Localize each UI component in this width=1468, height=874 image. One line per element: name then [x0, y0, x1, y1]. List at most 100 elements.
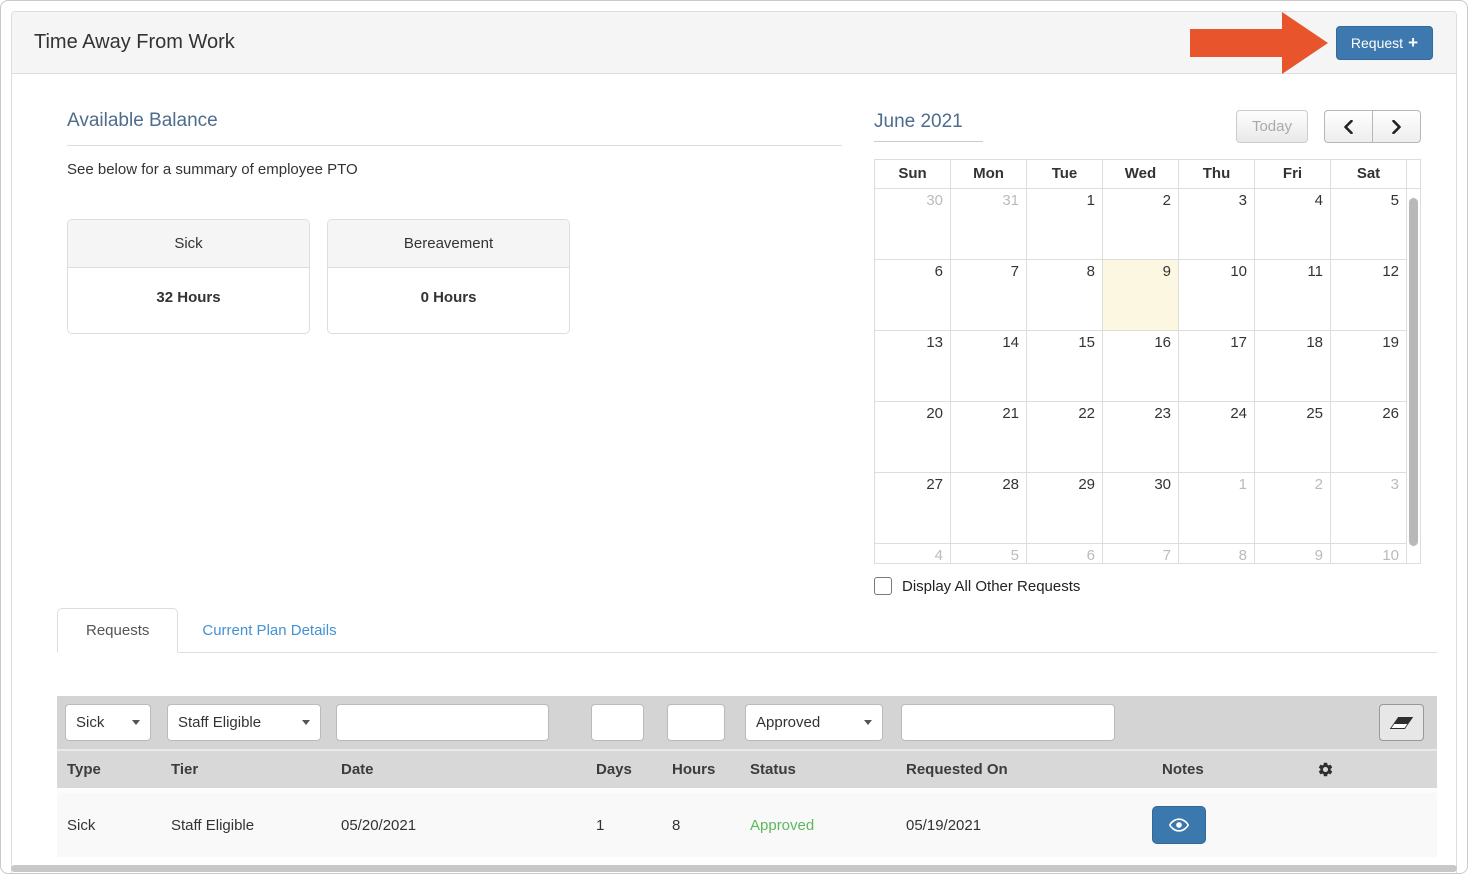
calendar-cell[interactable]: 30 [875, 189, 951, 260]
calendar-cell[interactable]: 2 [1255, 473, 1331, 544]
calendar-cell[interactable]: 27 [875, 473, 951, 544]
calendar-cell[interactable]: 10 [1179, 260, 1255, 331]
calendar-month-label: June 2021 [874, 111, 983, 142]
calendar-cell[interactable]: 1 [1179, 473, 1255, 544]
calendar-cell[interactable]: 19 [1331, 331, 1407, 402]
column-header-hours[interactable]: Hours [662, 761, 740, 778]
days-filter-input[interactable] [591, 704, 644, 741]
calendar-cell[interactable]: 5 [1331, 189, 1407, 260]
calendar-cell[interactable]: 16 [1103, 331, 1179, 402]
hours-filter-input[interactable] [667, 704, 725, 741]
calendar-cell[interactable]: 26 [1331, 402, 1407, 473]
calendar-cell[interactable]: 24 [1179, 402, 1255, 473]
calendar-cell[interactable]: 12 [1331, 260, 1407, 331]
caret-down-icon [302, 720, 310, 725]
calendar-cell[interactable]: 2 [1103, 189, 1179, 260]
balance-card-value: 0 Hours [328, 268, 569, 333]
table-header: Type Tier Date Days Hours Status Request… [57, 749, 1437, 788]
tier-filter-select[interactable]: Staff Eligible [167, 704, 321, 741]
balance-card-bereavement: Bereavement 0 Hours [327, 219, 570, 334]
calendar-cell[interactable]: 22 [1027, 402, 1103, 473]
page-title: Time Away From Work [34, 31, 235, 54]
status-filter-select[interactable]: Approved [745, 704, 883, 741]
calendar-cell[interactable]: 23 [1103, 402, 1179, 473]
column-header-notes[interactable]: Notes [1152, 761, 1292, 778]
requests-table: Sick Staff Eligible Approved Type Tier D… [57, 696, 1437, 857]
arrow-head [1282, 12, 1328, 74]
balance-card-label: Sick [68, 220, 309, 268]
calendar-cell[interactable]: 3 [1179, 189, 1255, 260]
arrow-body [1190, 29, 1282, 57]
request-button[interactable]: Request + [1336, 26, 1433, 60]
column-header-requested-on[interactable]: Requested On [896, 761, 1152, 778]
calendar-cell[interactable]: 21 [951, 402, 1027, 473]
calendar-cell[interactable]: 6 [875, 260, 951, 331]
calendar-cell[interactable]: 5 [951, 544, 1027, 564]
panel-header: Time Away From Work Request + [12, 12, 1456, 74]
grid-settings-button[interactable] [1292, 761, 1437, 778]
calendar-day-header: Sat [1331, 160, 1407, 189]
calendar-next-button[interactable] [1372, 110, 1421, 143]
calendar-cell[interactable]: 4 [1255, 189, 1331, 260]
calendar-cell[interactable]: 15 [1027, 331, 1103, 402]
panel-body: Available Balance See below for a summar… [12, 74, 1456, 857]
calendar-scroll-lane [1407, 544, 1420, 564]
calendar-scroll-lane [1407, 160, 1420, 189]
calendar-cell[interactable]: 30 [1103, 473, 1179, 544]
column-header-tier[interactable]: Tier [161, 761, 331, 778]
calendar-cell[interactable]: 4 [875, 544, 951, 564]
tab-current-plan-details[interactable]: Current Plan Details [178, 609, 360, 652]
balance-card-value: 32 Hours [68, 268, 309, 333]
calendar-cell[interactable]: 8 [1179, 544, 1255, 564]
calendar-cell[interactable]: 20 [875, 402, 951, 473]
calendar-cell[interactable]: 10 [1331, 544, 1407, 564]
calendar-prev-button[interactable] [1324, 110, 1373, 143]
filter-bar: Sick Staff Eligible Approved [57, 696, 1437, 749]
view-notes-button[interactable] [1152, 806, 1206, 844]
calendar-cell[interactable]: 6 [1027, 544, 1103, 564]
cell-hours: 8 [662, 817, 740, 834]
calendar-cell[interactable]: 3 [1331, 473, 1407, 544]
horizontal-scrollbar[interactable] [11, 865, 1457, 872]
calendar-cell[interactable]: 7 [951, 260, 1027, 331]
plus-icon: + [1408, 34, 1418, 51]
calendar-cell[interactable]: 17 [1179, 331, 1255, 402]
calendar-grid: SunMonTueWedThuFriSat3031123456789101112… [875, 160, 1420, 564]
calendar-cell[interactable]: 29 [1027, 473, 1103, 544]
calendar-cell[interactable]: 13 [875, 331, 951, 402]
type-filter-select[interactable]: Sick [65, 704, 151, 741]
column-header-days[interactable]: Days [586, 761, 662, 778]
today-button[interactable]: Today [1236, 110, 1308, 143]
calendar-cell[interactable]: 25 [1255, 402, 1331, 473]
calendar-cell-today[interactable]: 9 [1103, 260, 1179, 331]
column-header-date[interactable]: Date [331, 761, 586, 778]
calendar-cell[interactable]: 8 [1027, 260, 1103, 331]
calendar-cell[interactable]: 11 [1255, 260, 1331, 331]
date-filter-input[interactable] [336, 704, 549, 741]
chevron-left-icon [1343, 120, 1354, 134]
chevron-right-icon [1391, 120, 1402, 134]
balance-subtitle: See below for a summary of employee PTO [67, 161, 842, 178]
calendar-cell[interactable]: 1 [1027, 189, 1103, 260]
display-requests-row: Display All Other Requests [874, 577, 1421, 595]
column-header-type[interactable]: Type [57, 761, 161, 778]
display-all-other-requests-checkbox[interactable] [874, 577, 892, 595]
cell-requested-on: 05/19/2021 [896, 817, 1152, 834]
tier-filter-value: Staff Eligible [178, 714, 261, 731]
page: Time Away From Work Request + Available … [0, 0, 1468, 874]
calendar-cell[interactable]: 14 [951, 331, 1027, 402]
request-button-label: Request [1351, 35, 1403, 51]
calendar-scrollbar[interactable] [1409, 198, 1418, 546]
tab-requests[interactable]: Requests [57, 608, 178, 653]
calendar-cell[interactable]: 7 [1103, 544, 1179, 564]
requested-on-filter-input[interactable] [901, 704, 1115, 741]
calendar-cell[interactable]: 31 [951, 189, 1027, 260]
calendar-cell[interactable]: 18 [1255, 331, 1331, 402]
clear-filters-button[interactable] [1379, 704, 1424, 741]
type-filter-value: Sick [76, 714, 104, 731]
table-row[interactable]: Sick Staff Eligible 05/20/2021 1 8 Appro… [57, 788, 1437, 857]
calendar-cell[interactable]: 28 [951, 473, 1027, 544]
calendar-day-header: Tue [1027, 160, 1103, 189]
calendar-cell[interactable]: 9 [1255, 544, 1331, 564]
column-header-status[interactable]: Status [740, 761, 896, 778]
